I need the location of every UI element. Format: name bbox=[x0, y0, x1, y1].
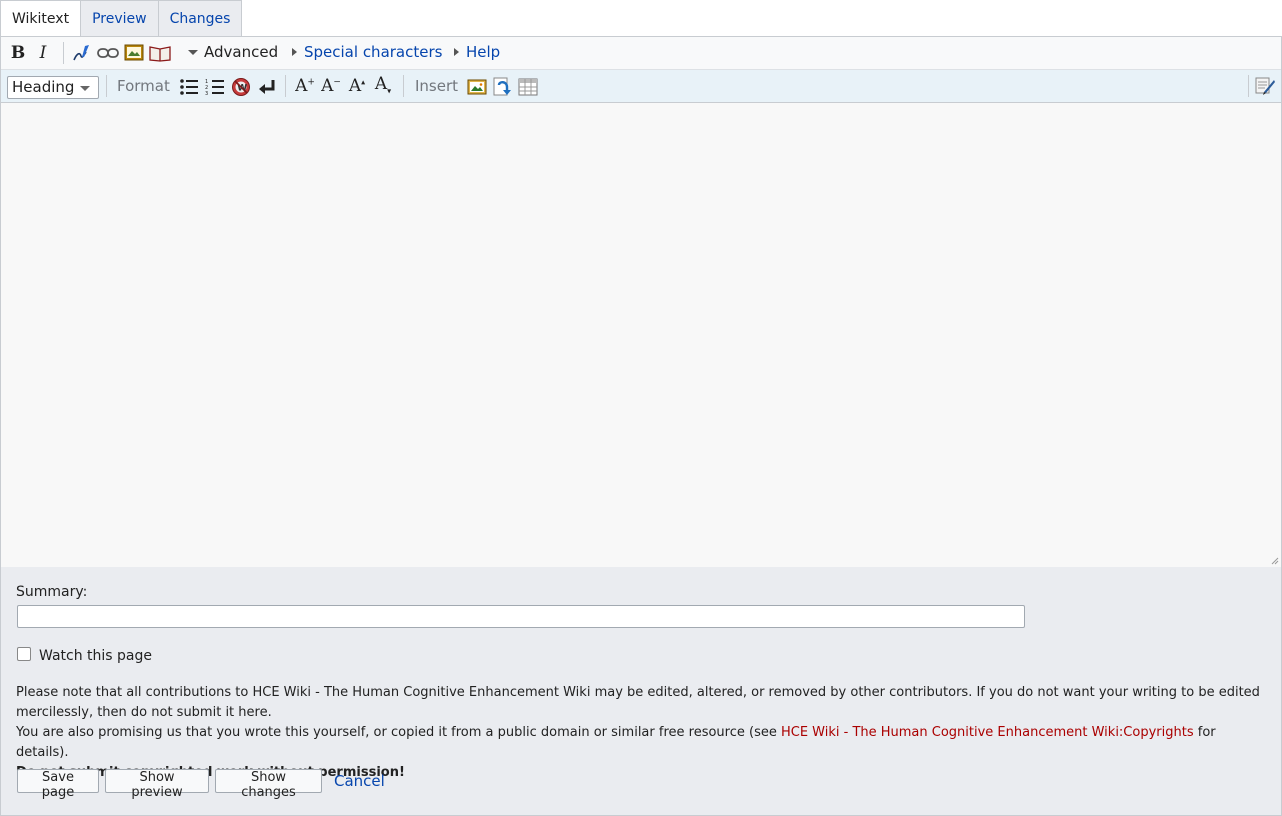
link-icon[interactable] bbox=[97, 42, 119, 64]
chevron-down-icon bbox=[80, 86, 90, 91]
heading-dropdown[interactable]: Heading bbox=[7, 76, 99, 99]
toolbar-divider bbox=[63, 42, 64, 64]
no-wiki-icon[interactable]: W bbox=[230, 76, 252, 98]
bold-icon[interactable]: B bbox=[7, 42, 29, 64]
summary-input[interactable] bbox=[17, 605, 1025, 628]
svg-text:3: 3 bbox=[205, 91, 208, 96]
edit-options: Summary: Watch this page Please note tha… bbox=[0, 567, 1282, 816]
advanced-toolbar: Heading Format 123 W A+ A− A▴ A▾ Insert bbox=[1, 70, 1281, 103]
copyrights-link[interactable]: HCE Wiki - The Human Cognitive Enhanceme… bbox=[781, 725, 1194, 740]
insert-group-label: Insert bbox=[415, 77, 459, 95]
wikitext-textarea[interactable] bbox=[1, 103, 1281, 567]
superscript-icon[interactable]: A▴ bbox=[346, 75, 368, 97]
cancel-link[interactable]: Cancel bbox=[334, 772, 385, 790]
editor-tabs: Wikitext Preview Changes bbox=[0, 0, 243, 37]
copyright-notice: Please note that all contributions to HC… bbox=[16, 683, 1271, 783]
tab-preview[interactable]: Preview bbox=[81, 0, 159, 37]
chevron-right-icon bbox=[454, 48, 459, 56]
italic-icon[interactable]: I bbox=[32, 42, 54, 64]
reference-icon[interactable] bbox=[149, 42, 171, 64]
resize-handle-icon[interactable] bbox=[1271, 557, 1279, 565]
format-group-label: Format bbox=[117, 77, 170, 95]
toolbar-divider bbox=[1248, 75, 1249, 97]
big-text-icon[interactable]: A+ bbox=[294, 75, 316, 97]
chevron-right-icon bbox=[292, 48, 297, 56]
special-characters-group-toggle[interactable]: Special characters bbox=[292, 43, 442, 61]
embedded-file-icon[interactable] bbox=[123, 42, 145, 64]
wikitext-editor: B I Advanced Special characters Help Hea… bbox=[0, 36, 1282, 568]
search-replace-icon[interactable] bbox=[1254, 75, 1276, 97]
numbered-list-icon[interactable]: 123 bbox=[204, 76, 226, 98]
signature-icon[interactable] bbox=[71, 42, 93, 64]
gallery-icon[interactable] bbox=[466, 76, 488, 98]
small-text-icon[interactable]: A− bbox=[320, 75, 342, 97]
newline-icon[interactable] bbox=[256, 76, 278, 98]
toolbar-divider bbox=[403, 75, 404, 97]
main-toolbar: B I Advanced Special characters Help bbox=[1, 37, 1281, 70]
toolbar-divider bbox=[285, 75, 286, 97]
watch-label[interactable]: Watch this page bbox=[39, 648, 152, 664]
show-preview-button[interactable]: Show preview bbox=[105, 769, 209, 800]
license-notice: You are also promising us that you wrote… bbox=[16, 725, 1216, 760]
tab-changes[interactable]: Changes bbox=[158, 0, 243, 37]
advanced-group-toggle[interactable]: Advanced bbox=[188, 43, 278, 61]
subscript-icon[interactable]: A▾ bbox=[372, 75, 394, 97]
summary-label: Summary: bbox=[16, 584, 88, 600]
save-button[interactable]: Save page bbox=[17, 769, 99, 800]
redirect-icon[interactable] bbox=[491, 76, 513, 98]
show-changes-button[interactable]: Show changes bbox=[215, 769, 322, 800]
bulleted-list-icon[interactable] bbox=[178, 76, 200, 98]
toolbar-divider bbox=[106, 75, 107, 97]
table-icon[interactable] bbox=[517, 76, 539, 98]
tab-wikitext[interactable]: Wikitext bbox=[0, 0, 82, 37]
watch-checkbox[interactable] bbox=[17, 647, 31, 661]
help-group-toggle[interactable]: Help bbox=[454, 43, 500, 61]
chevron-down-icon bbox=[188, 49, 198, 55]
contribution-notice: Please note that all contributions to HC… bbox=[16, 685, 1260, 720]
